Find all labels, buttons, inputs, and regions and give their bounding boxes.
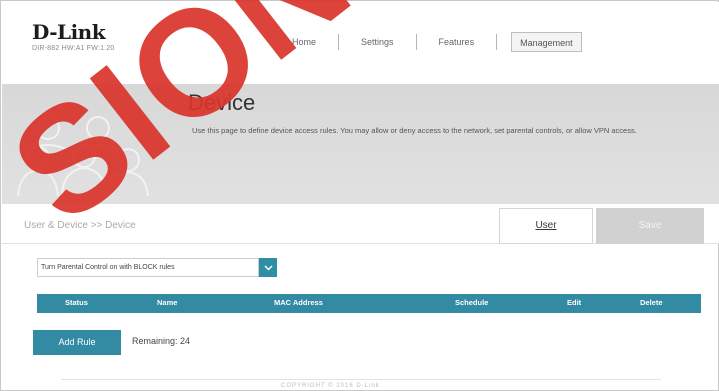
breadcrumb: User & Device >> Device — [24, 220, 136, 231]
nav-features[interactable]: Features — [417, 32, 497, 52]
chevron-down-icon[interactable] — [259, 258, 277, 277]
nav-settings[interactable]: Settings — [339, 32, 416, 52]
page-title: Device — [188, 90, 256, 115]
sub-toolbar: User & Device >> Device User Save — [2, 204, 719, 244]
app-window: D-Link DIR-882 HW:A1 FW:1.20 Home Settin… — [0, 0, 719, 391]
nav-management[interactable]: Management — [511, 32, 582, 52]
column-name: Name — [157, 298, 178, 307]
column-mac-address: MAC Address — [274, 298, 323, 307]
remaining-count: Remaining: 24 — [132, 336, 191, 346]
page-banner: Device Use this page to define device ac… — [2, 84, 719, 204]
top-nav: Home Settings Features Management — [270, 32, 582, 52]
column-edit: Edit — [567, 298, 582, 307]
column-schedule: Schedule — [455, 298, 489, 307]
nav-home[interactable]: Home — [270, 32, 338, 52]
column-delete: Delete — [640, 298, 663, 307]
footer-copyright: COPYRIGHT © 2016 D-Link — [281, 383, 380, 389]
rules-table-header: Status Name MAC Address Schedule Edit De… — [37, 294, 701, 313]
footer-divider — [61, 379, 661, 380]
nav-divider — [496, 34, 498, 50]
add-rule-button[interactable]: Add Rule — [33, 330, 121, 355]
column-status: Status — [65, 298, 88, 307]
parental-control-select[interactable]: Turn Parental Control on with BLOCK rule… — [37, 258, 277, 277]
users-icon — [17, 116, 149, 196]
brand-logo: D-Link — [32, 20, 106, 44]
header: D-Link DIR-882 HW:A1 FW:1.20 Home Settin… — [2, 2, 719, 84]
page-description: Use this page to define device access ru… — [192, 126, 637, 135]
model-info: DIR-882 HW:A1 FW:1.20 — [32, 45, 115, 52]
save-button[interactable]: Save — [596, 208, 704, 244]
user-tab-button[interactable]: User — [499, 208, 593, 244]
logo: D-Link DIR-882 HW:A1 FW:1.20 — [32, 20, 115, 52]
parental-control-value[interactable]: Turn Parental Control on with BLOCK rule… — [37, 258, 259, 277]
